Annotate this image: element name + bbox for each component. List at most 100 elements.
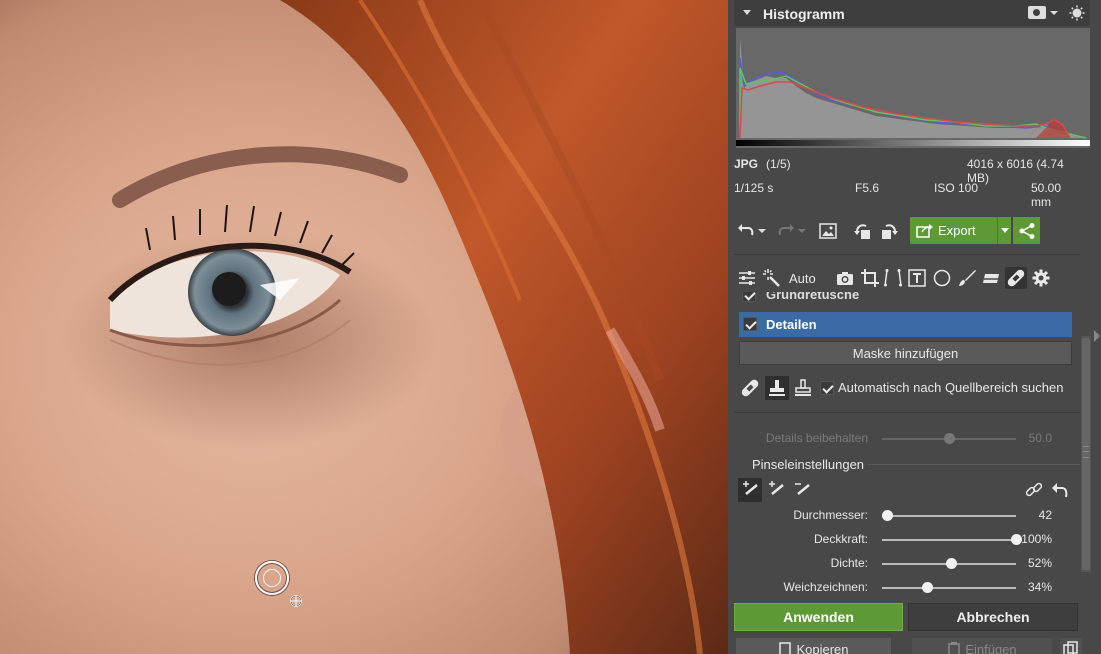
radial-filter-button[interactable] — [931, 267, 953, 289]
settings-button[interactable] — [1030, 267, 1052, 289]
duplicate-icon — [1063, 641, 1078, 654]
adjustments-button[interactable] — [736, 267, 758, 289]
duplicate-button[interactable] — [1060, 638, 1082, 654]
slider-track[interactable] — [882, 587, 1016, 589]
slider-knob[interactable] — [881, 510, 893, 521]
sun-icon[interactable] — [1069, 5, 1085, 21]
detailen-label: Detailen — [766, 317, 817, 332]
paste-icon — [948, 642, 961, 654]
brush-mode-row — [734, 477, 1090, 503]
diameter-slider[interactable]: Durchmesser: 42 — [734, 506, 1080, 526]
photo-canvas[interactable] — [0, 0, 728, 654]
undo-button[interactable] — [734, 219, 758, 243]
detailen-checkbox[interactable] — [743, 317, 757, 331]
layer-row-detailen[interactable]: Detailen — [739, 312, 1072, 337]
retouch-tools-row: Automatisch nach Quellbereich suchen — [734, 374, 1090, 402]
rotate-right-button[interactable] — [876, 219, 900, 243]
feather-slider[interactable]: Weichzeichnen: 34% — [734, 578, 1080, 598]
export-icon — [916, 224, 933, 238]
auto-brush-button[interactable] — [738, 478, 762, 502]
rotate-left-button[interactable] — [852, 219, 876, 243]
reset-arrow-icon — [1052, 483, 1068, 498]
slider-knob[interactable] — [946, 558, 958, 569]
density-value[interactable]: 52% — [1028, 556, 1052, 570]
healing-tool-button[interactable] — [738, 376, 762, 400]
copy-button[interactable]: Kopieren — [736, 638, 891, 654]
brush-button[interactable] — [956, 267, 978, 289]
crop-button[interactable] — [859, 267, 881, 289]
auto-label[interactable]: Auto — [789, 271, 816, 286]
gradient-filter-button[interactable] — [980, 267, 1002, 289]
perspective-button[interactable] — [882, 267, 904, 289]
brush-cursor — [255, 561, 289, 595]
retouch-button[interactable] — [1005, 267, 1027, 289]
opacity-value[interactable]: 100% — [1021, 532, 1052, 546]
link-button[interactable] — [1022, 478, 1046, 502]
slider-track[interactable] — [882, 539, 1016, 541]
section-divider — [868, 464, 1080, 465]
divider — [734, 254, 1080, 255]
layer-row-grundretusche[interactable]: Grundretusche — [734, 292, 1074, 306]
slider-knob[interactable] — [922, 582, 934, 593]
stamp-icon — [769, 380, 785, 396]
diameter-label: Durchmesser: — [793, 508, 868, 522]
camera-icon[interactable] — [1028, 6, 1046, 19]
slider-knob[interactable] — [1010, 534, 1022, 545]
expand-arrow-icon[interactable] — [1094, 330, 1100, 342]
density-label: Dichte: — [830, 556, 868, 570]
brush-plus-icon — [769, 481, 784, 495]
histogram-header[interactable]: Histogramm — [734, 0, 1090, 26]
paste-label: Einfügen — [965, 642, 1017, 654]
focal-length: 50.00 mm — [1031, 181, 1062, 209]
dropdown-caret-icon[interactable] — [1050, 11, 1058, 15]
density-slider[interactable]: Dichte: 52% — [734, 554, 1080, 574]
image-icon — [819, 223, 837, 239]
image-view-button[interactable] — [816, 219, 840, 243]
auto-enhance-button[interactable] — [761, 267, 783, 289]
brush-icon — [959, 270, 976, 286]
auto-search-label: Automatisch nach Quellbereich suchen — [838, 380, 1064, 395]
brush-settings-title: Pinseleinstellungen — [752, 457, 865, 472]
opacity-slider[interactable]: Deckkraft: 100% — [734, 530, 1080, 550]
shutter-speed: 1/125 s — [734, 181, 774, 195]
iso-value: ISO 100 — [934, 181, 979, 195]
slider-track[interactable] — [882, 515, 1016, 517]
cancel-button[interactable]: Abbrechen — [908, 603, 1078, 631]
details-keep-slider: Details beibehalten 50.0 — [734, 429, 1080, 449]
grundretusche-checkbox[interactable] — [742, 292, 756, 302]
source-stamp-button[interactable] — [791, 376, 815, 400]
gradient-icon — [983, 274, 999, 283]
export-dropdown-button[interactable] — [997, 217, 1011, 244]
brush-minus-icon — [795, 483, 810, 495]
add-mask-button[interactable]: Maske hinzufügen — [739, 341, 1072, 365]
redo-button[interactable] — [774, 219, 798, 243]
undo-dropdown[interactable] — [756, 219, 768, 243]
copy-label: Kopieren — [796, 642, 849, 654]
diameter-value[interactable]: 42 — [1039, 508, 1052, 522]
feather-value[interactable]: 34% — [1028, 580, 1052, 594]
magic-wand-icon — [763, 269, 780, 287]
rotate-left-icon — [854, 224, 870, 239]
link-icon — [1025, 482, 1043, 497]
export-label: Export — [938, 223, 976, 238]
paste-button[interactable]: Einfügen — [912, 638, 1052, 654]
camera-tool-button[interactable] — [834, 267, 856, 289]
erase-brush-button[interactable] — [790, 478, 814, 502]
redo-dropdown[interactable] — [796, 219, 808, 243]
feather-label: Weichzeichnen: — [783, 580, 869, 594]
export-button[interactable]: Export — [910, 217, 997, 244]
clone-stamp-button[interactable] — [765, 376, 789, 400]
share-button[interactable] — [1013, 217, 1040, 244]
rotate-right-icon — [882, 224, 898, 239]
grundretusche-label: Grundretusche — [766, 292, 860, 302]
file-format: JPG — [734, 157, 759, 171]
undo-icon — [738, 224, 754, 236]
reset-button[interactable] — [1048, 478, 1072, 502]
apply-button[interactable]: Anwenden — [734, 603, 903, 631]
text-tool-button[interactable] — [906, 267, 928, 289]
add-brush-button[interactable] — [764, 478, 788, 502]
auto-search-checkbox[interactable] — [820, 381, 834, 395]
details-keep-label: Details beibehalten — [765, 431, 868, 445]
perspective-icon — [884, 269, 902, 287]
collapse-caret-icon[interactable] — [743, 10, 751, 15]
